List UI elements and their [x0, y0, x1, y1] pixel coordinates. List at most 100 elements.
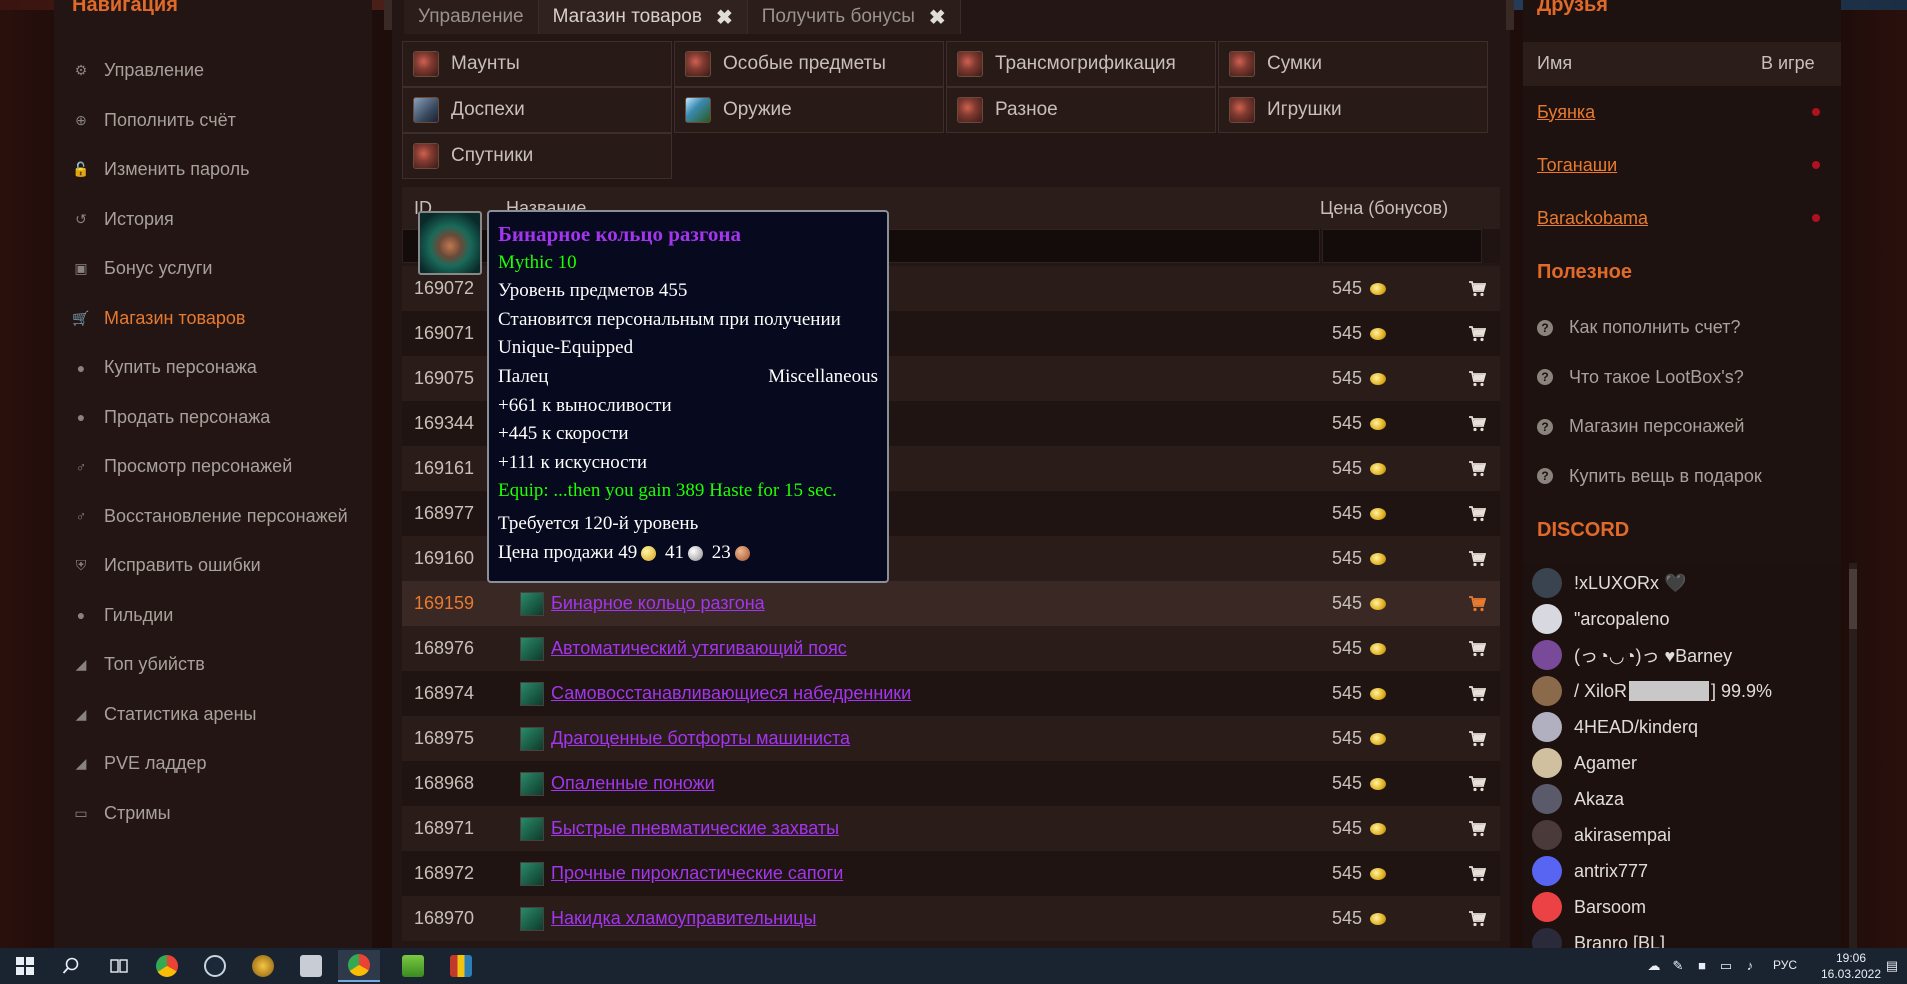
discord-member[interactable]: antrix777: [1532, 853, 1648, 889]
discord-member[interactable]: Akaza: [1532, 781, 1624, 817]
tray-network-icon[interactable]: ☁: [1646, 958, 1662, 974]
useful-link-1[interactable]: ? Что такое LootBox's?: [1523, 353, 1841, 403]
tabs-scroll-left[interactable]: [384, 0, 392, 30]
item-icon[interactable]: [520, 681, 544, 706]
discord-member[interactable]: akirasempai: [1532, 817, 1671, 853]
tray-language[interactable]: РУС: [1773, 958, 1797, 972]
item-icon[interactable]: [520, 861, 544, 886]
discord-scrollbar[interactable]: [1849, 563, 1857, 948]
cart-icon[interactable]: [1468, 685, 1487, 702]
tabs-scroll-right[interactable]: [1506, 0, 1514, 30]
nav-item-12[interactable]: ◢ Топ убийств: [54, 640, 372, 690]
tray-clock[interactable]: 19:06 16.03.2022: [1818, 950, 1884, 982]
nav-item-2[interactable]: 🔓 Изменить пароль: [54, 145, 372, 195]
item-icon[interactable]: [520, 906, 544, 931]
chrome-icon[interactable]: [146, 950, 188, 982]
item-name-link[interactable]: Прочные пирокластические сапоги: [551, 863, 843, 884]
file-explorer-icon[interactable]: [290, 950, 332, 982]
cart-icon[interactable]: [1468, 595, 1487, 612]
cart-icon[interactable]: [1468, 865, 1487, 882]
discord-member[interactable]: (っ◔◡◔)っ ♥Barney: [1532, 637, 1732, 673]
item-icon[interactable]: [520, 771, 544, 796]
cart-icon[interactable]: [1468, 280, 1487, 297]
tray-display-icon[interactable]: ▭: [1718, 958, 1734, 974]
friend-name-link[interactable]: Тоганаши: [1537, 155, 1617, 176]
category-6[interactable]: Разное: [946, 87, 1216, 133]
category-5[interactable]: Оружие: [674, 87, 944, 133]
chrome-active-icon[interactable]: [338, 950, 380, 982]
item-icon[interactable]: [520, 636, 544, 661]
table-row[interactable]: 168970 Накидка хламоуправительницы 545: [402, 896, 1500, 941]
nav-item-4[interactable]: ▣ Бонус услуги: [54, 244, 372, 294]
item-icon[interactable]: [520, 726, 544, 751]
cart-icon[interactable]: [1468, 550, 1487, 567]
useful-link-2[interactable]: ? Магазин персонажей: [1523, 402, 1841, 452]
table-row[interactable]: 168968 Опаленные поножи 545: [402, 761, 1500, 806]
category-2[interactable]: Трансмогрификация: [946, 41, 1216, 87]
table-row[interactable]: 169159 Бинарное кольцо разгона 545: [402, 581, 1500, 626]
tray-app-icon[interactable]: ■: [1694, 958, 1710, 974]
tray-pen-icon[interactable]: ✎: [1670, 958, 1686, 974]
notifications-icon[interactable]: ▤: [1884, 958, 1900, 974]
cart-icon[interactable]: [1468, 820, 1487, 837]
friend-name-link[interactable]: Буянка: [1537, 102, 1595, 123]
item-name-link[interactable]: Бинарное кольцо разгона: [551, 593, 765, 614]
useful-link-3[interactable]: ? Купить вещь в подарок: [1523, 452, 1841, 502]
cart-icon[interactable]: [1468, 775, 1487, 792]
discord-member[interactable]: Barsoom: [1532, 889, 1646, 925]
nav-item-11[interactable]: ● Гильдии: [54, 591, 372, 641]
tab-2[interactable]: Получить бонусы ✖: [747, 0, 961, 34]
nav-item-8[interactable]: ♂ Просмотр персонажей: [54, 442, 372, 492]
category-0[interactable]: Маунты: [402, 41, 672, 87]
tab-close-icon[interactable]: ✖: [929, 5, 946, 30]
nav-item-3[interactable]: ↺ История: [54, 195, 372, 245]
discord-member[interactable]: "arcopaleno: [1532, 601, 1669, 637]
start-windows-icon[interactable]: [4, 950, 46, 982]
task-view-icon[interactable]: [98, 950, 140, 982]
discord-scroll-thumb[interactable]: [1849, 569, 1857, 629]
cart-icon[interactable]: [1468, 325, 1487, 342]
cart-icon[interactable]: [1468, 640, 1487, 657]
category-3[interactable]: Сумки: [1218, 41, 1488, 87]
item-name-link[interactable]: Автоматический утягивающий пояс: [551, 638, 847, 659]
search-icon[interactable]: [50, 950, 92, 982]
category-1[interactable]: Особые предметы: [674, 41, 944, 87]
table-row[interactable]: 168976 Автоматический утягивающий пояс 545: [402, 626, 1500, 671]
table-row[interactable]: 168974 Самовосстанавливающиеся набедренни…: [402, 671, 1500, 716]
cart-icon[interactable]: [1468, 505, 1487, 522]
archive-icon[interactable]: [440, 950, 482, 982]
discord-member[interactable]: Agamer: [1532, 745, 1637, 781]
item-name-link[interactable]: Самовосстанавливающиеся набедренники: [551, 683, 911, 704]
nav-item-1[interactable]: ⊕ Пополнить счёт: [54, 96, 372, 146]
category-4[interactable]: Доспехи: [402, 87, 672, 133]
nav-item-6[interactable]: ● Купить персонажа: [54, 343, 372, 393]
nav-item-15[interactable]: ▭ Стримы: [54, 789, 372, 839]
item-name-link[interactable]: Быстрые пневматические захваты: [551, 818, 839, 839]
column-price[interactable]: Цена (бонусов): [1320, 198, 1448, 219]
warcraft-icon[interactable]: [242, 950, 284, 982]
item-name-link[interactable]: Опаленные поножи: [551, 773, 715, 794]
tray-volume-icon[interactable]: ♪: [1742, 958, 1758, 974]
notepad-icon[interactable]: [392, 950, 434, 982]
nav-item-0[interactable]: ⚙ Управление: [54, 46, 372, 96]
item-icon[interactable]: [520, 816, 544, 841]
cart-icon[interactable]: [1468, 730, 1487, 747]
cart-icon[interactable]: [1468, 460, 1487, 477]
item-name-link[interactable]: Драгоценные ботфорты машиниста: [551, 728, 850, 749]
tab-0[interactable]: Управление: [404, 0, 539, 34]
nav-item-5[interactable]: 🛒 Магазин товаров: [54, 294, 372, 344]
useful-link-0[interactable]: ? Как пополнить счет?: [1523, 303, 1841, 353]
cart-icon[interactable]: [1468, 415, 1487, 432]
nav-item-14[interactable]: ◢ PVE ладдер: [54, 739, 372, 789]
table-row[interactable]: 168975 Драгоценные ботфорты машиниста 545: [402, 716, 1500, 761]
cart-icon[interactable]: [1468, 370, 1487, 387]
category-8[interactable]: Спутники: [402, 133, 672, 179]
cart-icon[interactable]: [1468, 910, 1487, 927]
discord-member[interactable]: !xLUXORx 🖤: [1532, 565, 1686, 601]
friend-name-link[interactable]: Barackobama: [1537, 208, 1648, 229]
nav-item-7[interactable]: ● Продать персонажа: [54, 393, 372, 443]
category-7[interactable]: Игрушки: [1218, 87, 1488, 133]
nav-item-9[interactable]: ♂ Восстановление персонажей: [54, 492, 372, 542]
table-row[interactable]: 168971 Быстрые пневматические захваты 545: [402, 806, 1500, 851]
tab-1[interactable]: Магазин товаров ✖: [538, 0, 748, 34]
